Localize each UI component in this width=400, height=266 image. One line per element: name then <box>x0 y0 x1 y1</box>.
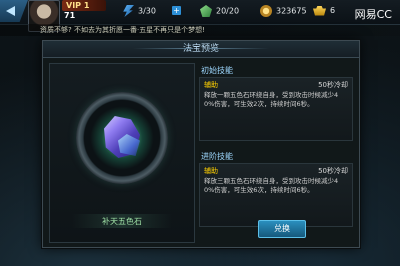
skill-type: 辅助 <box>204 81 218 89</box>
stamina-counter: 20/20 <box>200 5 239 18</box>
advanced-skill-box: 辅助 50秒冷却 释放三颗五色石环绕自身，受到攻击时候减少40%伤害，可生效6次… <box>199 163 353 227</box>
player-level: 71 <box>64 11 76 20</box>
skill-cooldown: 50秒冷却 <box>318 81 348 89</box>
advanced-skill-title: 进阶技能 <box>201 152 233 161</box>
energy-icon <box>123 5 134 17</box>
skill-type: 辅助 <box>204 167 218 175</box>
add-energy-button[interactable]: + <box>172 6 181 15</box>
initial-skill-box: 辅助 50秒冷却 释放一颗五色石环绕自身，受到攻击时候减少40%伤害，可生效2次… <box>199 77 353 141</box>
initial-skill-title: 初始技能 <box>201 66 233 75</box>
top-bar: VIP 1 71 3/30 + 20/20 323675 6 网易CC <box>0 0 400 32</box>
energy-value: 3/30 <box>138 6 156 16</box>
item-preview-panel: 补天五色石 <box>49 63 195 243</box>
vip-badge[interactable]: VIP 1 <box>62 0 106 11</box>
watermark: 网易CC <box>354 8 392 21</box>
energy-counter: 3/30 <box>122 5 156 18</box>
ingot-icon <box>313 5 326 16</box>
item-name: 补天五色石 <box>102 217 142 226</box>
advanced-skill-section: 进阶技能 辅助 50秒冷却 释放三颗五色石环绕自身，受到攻击时候减少40%伤害，… <box>199 151 353 227</box>
dialog-title: 法宝预览 <box>43 41 359 58</box>
initial-skill-section: 初始技能 辅助 50秒冷却 释放一颗五色石环绕自身，受到攻击时候减少40%伤害，… <box>199 65 353 141</box>
exchange-button[interactable]: 兑换 <box>258 220 306 238</box>
preview-dialog: 法宝预览 补天五色石 初始技能 辅助 50秒冷却 释放一颗五色石环绕自身，受到攻… <box>42 40 360 248</box>
ingot-value: 6 <box>330 6 336 15</box>
coin-value: 323675 <box>276 6 307 16</box>
back-arrow-icon[interactable] <box>0 0 28 22</box>
skill-description: 释放三颗五色石环绕自身，受到攻击时候减少40%伤害，可生效6次，持续时间6秒。 <box>204 177 339 194</box>
ingot-counter: 6 <box>313 5 335 17</box>
stamina-value: 20/20 <box>216 6 240 16</box>
notice-ticker: 资质不够? 不如去为其折愿一番·五星不再只是个梦想! <box>0 24 400 36</box>
stamina-icon <box>200 5 212 17</box>
coin-counter: 323675 <box>260 5 307 18</box>
coin-icon <box>260 5 272 17</box>
skill-cooldown: 50秒冷却 <box>318 167 348 175</box>
skill-description: 释放一颗五色石环绕自身，受到攻击时候减少40%伤害，可生效2次，持续时间6秒。 <box>204 91 339 108</box>
